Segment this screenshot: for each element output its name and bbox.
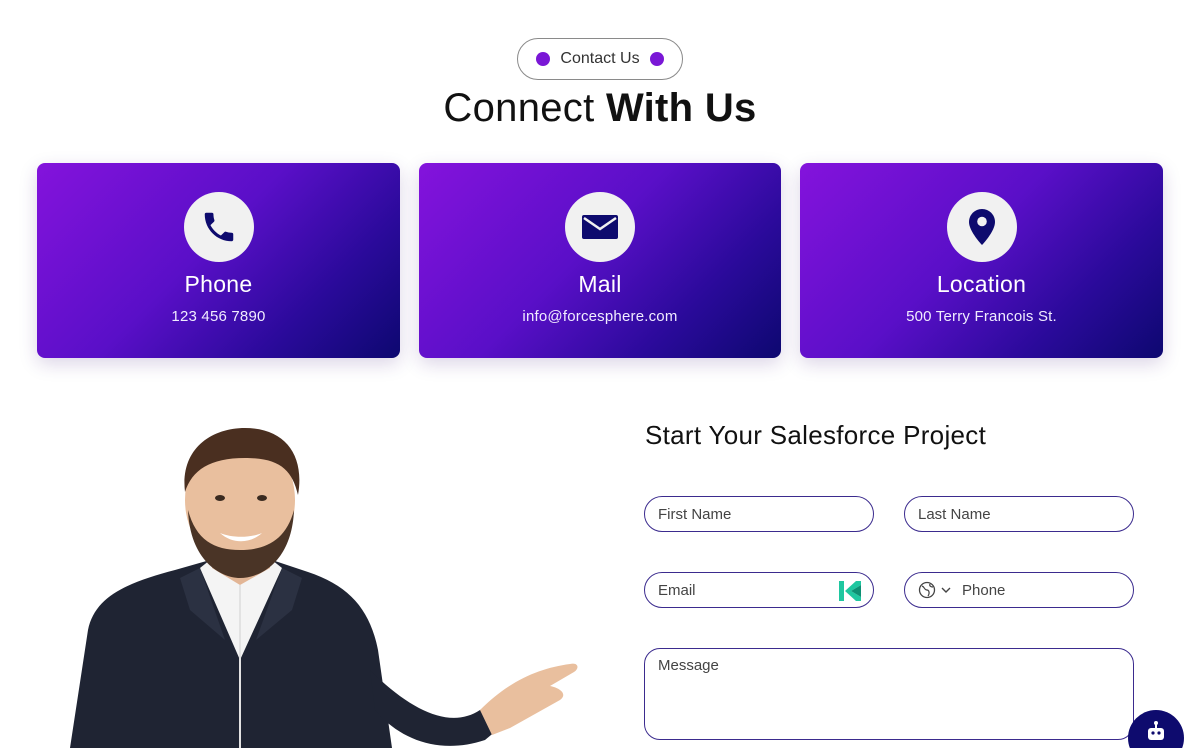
phone-card-title: Phone (184, 271, 253, 297)
email-placeholder: Email (658, 581, 696, 599)
phone-icon (183, 192, 254, 262)
location-card-value: 500 Terry Francois St. (906, 308, 1057, 325)
businessman-photo (40, 410, 600, 748)
badge-dot-right (649, 52, 664, 66)
location-card-title: Location (936, 271, 1027, 297)
last-name-placeholder: Last Name (918, 505, 991, 523)
mail-card[interactable]: Mail info@forcesphere.com (419, 163, 781, 358)
heading-light: Connect (443, 86, 595, 130)
password-manager-icon[interactable] (839, 581, 861, 601)
mail-card-value[interactable]: info@forcesphere.com (419, 308, 781, 325)
mail-card-title: Mail (578, 271, 622, 297)
last-name-field[interactable]: Last Name (904, 496, 1134, 532)
section-heading: Connect With Us (0, 86, 1200, 131)
mail-icon (565, 192, 635, 262)
message-placeholder: Message (658, 657, 719, 674)
country-code-selector[interactable] (918, 581, 952, 599)
phone-field[interactable]: Phone (904, 572, 1134, 608)
email-field[interactable]: Email (644, 572, 874, 608)
location-pin-icon (946, 192, 1017, 262)
chatbot-button[interactable] (1128, 710, 1184, 748)
location-card[interactable]: Location 500 Terry Francois St. (800, 163, 1163, 358)
phone-card-value[interactable]: 123 456 7890 (37, 308, 400, 325)
first-name-field[interactable]: First Name (644, 496, 874, 532)
robot-icon (1148, 721, 1164, 740)
phone-placeholder: Phone (962, 581, 1006, 599)
badge-dot-left (536, 52, 551, 66)
globe-icon (918, 581, 936, 599)
badge-label: Contact Us (560, 50, 640, 67)
heading-bold: With Us (605, 86, 757, 130)
phone-card[interactable]: Phone 123 456 7890 (37, 163, 400, 358)
message-field[interactable]: Message (644, 648, 1134, 740)
first-name-placeholder: First Name (658, 505, 732, 523)
chevron-down-icon (941, 587, 951, 593)
contact-us-badge: Contact Us (517, 38, 683, 80)
form-title: Start Your Salesforce Project (645, 420, 987, 450)
